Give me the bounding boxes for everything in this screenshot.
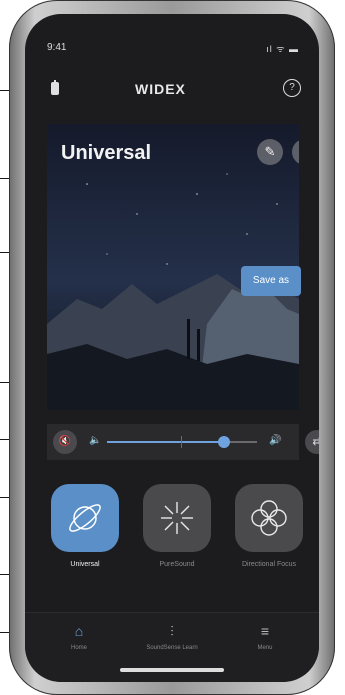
nav-soundsense-learn[interactable]: ⫶ SoundSense Learn xyxy=(132,623,212,651)
battery-icon[interactable] xyxy=(51,80,59,95)
swap-button[interactable]: ⇄ xyxy=(305,430,319,454)
program-directional-focus[interactable]: Directional Focus xyxy=(235,484,303,569)
program-tile[interactable] xyxy=(143,484,211,552)
clover-icon xyxy=(251,500,287,536)
soundwave-icon: ⫶ xyxy=(170,623,174,639)
starburst-icon xyxy=(161,502,193,534)
edit-button[interactable]: ✎ xyxy=(257,139,283,165)
nav-menu[interactable]: ≡ Menu xyxy=(225,623,305,651)
status-icons: ıl ᯤ ▬ xyxy=(266,44,299,54)
home-indicator[interactable] xyxy=(120,668,224,672)
home-icon: ⌂ xyxy=(74,623,84,639)
menu-icon: ≡ xyxy=(260,623,270,639)
nav-label: SoundSense Learn xyxy=(146,645,198,651)
program-tile[interactable] xyxy=(51,484,119,552)
status-time: 9:41 xyxy=(47,42,67,53)
program-label: Universal xyxy=(70,561,100,568)
program-label: Directional Focus xyxy=(241,561,297,568)
help-icon[interactable]: ? xyxy=(283,79,301,97)
volume-default-tick xyxy=(181,436,182,448)
volume-low-icon: 🔈 xyxy=(89,435,102,446)
nav-label: Home xyxy=(70,645,87,651)
program-title: Universal xyxy=(61,142,152,164)
program-universal[interactable]: Universal xyxy=(51,484,119,569)
program-tile[interactable] xyxy=(235,484,303,552)
widex-logo: WIDEX xyxy=(135,81,186,97)
program-puresound[interactable]: PureSound xyxy=(143,484,211,569)
volume-slider-fill xyxy=(107,441,224,443)
phone-frame: 9:41 ıl ᯤ ▬ WIDEX ? Universal ✎ Save as … xyxy=(9,0,335,695)
nav-home[interactable]: ⌂ Home xyxy=(39,623,119,651)
volume-slider[interactable] xyxy=(107,436,257,448)
app-screen: 9:41 ıl ᯤ ▬ WIDEX ? Universal ✎ Save as … xyxy=(25,14,319,682)
volume-bar: 🔇 🔈 🔊 ⇄ xyxy=(47,424,319,460)
volume-slider-thumb[interactable] xyxy=(218,436,230,448)
save-as-button[interactable]: Save as xyxy=(241,266,301,296)
program-label: PureSound xyxy=(159,561,195,568)
volume-high-icon: 🔊 xyxy=(269,435,282,446)
mute-button[interactable]: 🔇 xyxy=(53,430,77,454)
nav-label: Menu xyxy=(257,645,273,651)
planet-icon xyxy=(69,504,101,532)
